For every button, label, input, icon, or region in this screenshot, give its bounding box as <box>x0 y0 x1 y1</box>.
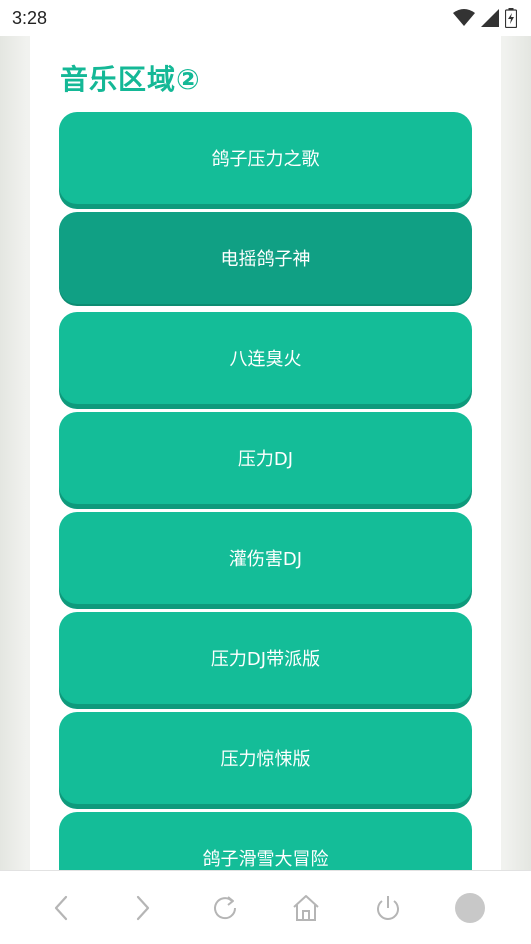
music-button-1[interactable]: 鸽子压力之歌 <box>59 112 472 204</box>
signal-icon <box>481 9 499 27</box>
music-card: 音乐区域② 鸽子压力之歌 电摇鸽子神 八连臭火 压力DJ 灌伤害DJ 压力DJ带… <box>30 36 501 870</box>
power-icon <box>377 895 400 920</box>
music-button-3[interactable]: 八连臭火 <box>59 312 472 404</box>
record-button[interactable] <box>446 884 494 932</box>
status-icons <box>453 8 517 28</box>
chevron-left-icon <box>54 895 68 920</box>
status-bar: 3:28 <box>0 0 531 36</box>
forward-button[interactable] <box>119 884 167 932</box>
music-button-list: 鸽子压力之歌 电摇鸽子神 八连臭火 压力DJ 灌伤害DJ 压力DJ带派版 压力惊… <box>59 112 472 870</box>
circle-icon <box>455 892 486 923</box>
music-button-5[interactable]: 灌伤害DJ <box>59 512 472 604</box>
back-button[interactable] <box>37 884 85 932</box>
reload-icon <box>213 895 236 919</box>
reload-button[interactable] <box>201 884 249 932</box>
chevron-right-icon <box>136 895 149 920</box>
music-button-6[interactable]: 压力DJ带派版 <box>59 612 472 704</box>
power-button[interactable] <box>364 884 412 932</box>
bottom-nav-bar <box>0 870 531 944</box>
music-button-2[interactable]: 电摇鸽子神 <box>59 212 472 304</box>
status-time: 3:28 <box>12 7 48 28</box>
wifi-icon <box>453 9 475 26</box>
music-button-7[interactable]: 压力惊悚版 <box>59 712 472 804</box>
home-button[interactable] <box>282 884 330 932</box>
music-button-4[interactable]: 压力DJ <box>59 412 472 504</box>
home-icon <box>293 894 320 921</box>
music-button-8[interactable]: 鸽子滑雪大冒险 <box>59 812 472 870</box>
section-title: 音乐区域② <box>60 63 201 96</box>
battery-icon <box>505 8 517 28</box>
